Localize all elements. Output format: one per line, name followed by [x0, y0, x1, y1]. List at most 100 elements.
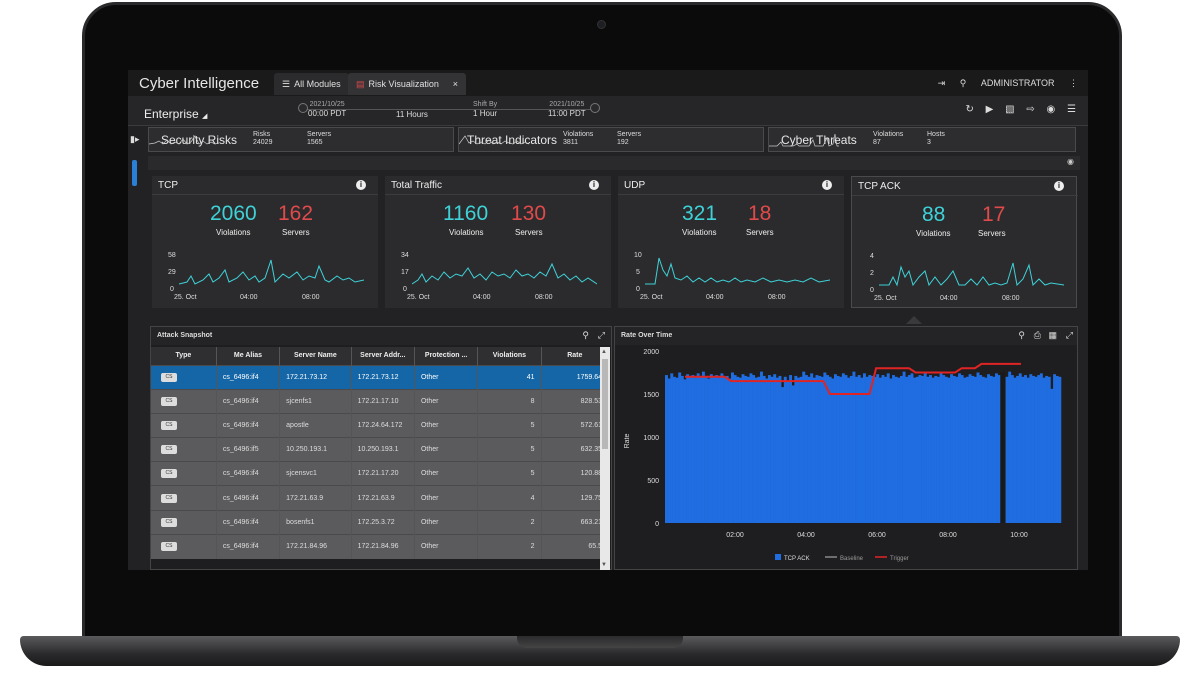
rate-bar [810, 373, 814, 523]
panel-title: Attack Snapshot [157, 332, 213, 339]
info-icon[interactable]: i [822, 180, 832, 190]
rate-bar [762, 375, 766, 523]
export-icon[interactable]: ⇨ [1026, 104, 1034, 115]
eye-icon[interactable]: ◉ [1047, 104, 1056, 115]
category-security-risks[interactable]: Security Risks Risks 24029 Servers 1565 [148, 127, 454, 152]
grid-icon[interactable]: ▦ [1048, 330, 1057, 341]
column-header[interactable]: Server Addr... [351, 347, 415, 365]
duration-select[interactable]: 11 Hours [396, 110, 428, 119]
table-row[interactable]: CS cs_6496:if5 10.250.193.1 10.250.193.1 Oth… [151, 437, 610, 462]
category-cyber-threats[interactable]: Cyber Threats Violations 87 Hosts 3 [768, 127, 1076, 152]
y-tick: 0 [403, 286, 407, 293]
rate-bar [757, 376, 761, 523]
report-icon[interactable]: ▧ [1005, 104, 1014, 115]
metric-card-tcp[interactable]: TCP i 2060 162 Violations Servers 58 29 … [152, 176, 378, 308]
rate-bar [820, 376, 824, 523]
metric-card-udp[interactable]: UDP i 321 18 Violations Servers 10 5 0 2… [618, 176, 844, 308]
timeline-track [302, 109, 594, 110]
eye-icon[interactable]: ◉ [1067, 157, 1074, 166]
rate-bar [667, 378, 671, 523]
y-tick: 4 [870, 253, 874, 260]
card-title: UDP [624, 180, 646, 191]
table-row[interactable]: CS cs_6496:if4 172.21.63.9 172.21.63.9 Other… [151, 485, 610, 511]
table-row[interactable]: CS cs_6496:if4 apostle 172.24.64.172 Other 5 5… [151, 412, 610, 438]
table-row[interactable]: CS cs_6496:if4 172.21.84.96 172.21.84.96 Oth… [151, 533, 610, 559]
rate-bar [712, 376, 716, 523]
stat-label: Servers [307, 131, 332, 138]
enterprise-selector[interactable]: Enterprise ◢ [144, 107, 207, 121]
stat-value: 1565 [307, 139, 323, 146]
tab-risk-visualization[interactable]: ▤ Risk Visualization × [348, 73, 466, 95]
rate-bar [849, 375, 853, 523]
category-threat-indicators[interactable]: Threat Indicators Violations 3811 Servers… [458, 127, 764, 152]
violations-cell: 2 [477, 533, 542, 559]
chart-icon: ▤ [356, 79, 365, 89]
rate-bar [905, 376, 909, 523]
tab-all-modules[interactable]: ☰ All Modules [274, 73, 349, 95]
list-menu-icon[interactable]: ☰ [1067, 104, 1076, 115]
metric-card-total-traffic[interactable]: Total Traffic i 1160 130 Violations Serv… [385, 176, 611, 308]
x-tick: 08:00 [302, 294, 320, 301]
scrollbar-thumb[interactable] [602, 359, 608, 449]
x-tick: 25. Oct [174, 294, 197, 301]
servers-label: Servers [282, 228, 310, 237]
info-icon[interactable]: i [589, 180, 599, 190]
close-icon[interactable]: × [453, 79, 458, 89]
rate-bar [694, 377, 697, 523]
rate-bar [981, 376, 985, 523]
search-icon[interactable]: ⚲ [582, 330, 589, 341]
data-gap [1000, 372, 1003, 523]
column-header[interactable]: Type [151, 347, 217, 365]
x-tick: 04:00 [940, 295, 958, 302]
table-row[interactable]: CS cs_6496:if4 sjcensvc1 172.21.17.20 Other 5… [151, 461, 610, 486]
metric-card-tcp-ack[interactable]: TCP ACK i 88 17 Violations Servers 4 2 0… [851, 176, 1078, 308]
table-row[interactable]: CS cs_6496:if4 172.21.73.12 172.21.73.12 Oth… [151, 364, 610, 390]
print-icon[interactable]: ⎙ [1034, 330, 1041, 341]
rate-bar [989, 375, 993, 523]
server-name-cell: apostle [279, 412, 352, 438]
expand-icon[interactable]: ⤢ [1066, 330, 1073, 341]
table-row[interactable]: CS cs_6496:if4 bosenfs1 172.25.3.72 Other 2 66… [151, 509, 610, 535]
column-header[interactable]: Me Alias [216, 347, 281, 365]
rate-bar [910, 373, 914, 523]
info-icon[interactable]: i [356, 180, 366, 190]
rate-bar [749, 373, 753, 523]
scroll-down-icon[interactable]: ▼ [601, 562, 607, 568]
refresh-icon[interactable]: ↻ [965, 104, 973, 115]
rate-bar [672, 376, 676, 523]
timeline-start-handle[interactable] [298, 103, 308, 113]
app-screen: Cyber Intelligence ☰ All Modules ▤ Risk Vi… [128, 70, 1088, 570]
x-tick: 04:00 [240, 294, 258, 301]
scrollbar[interactable]: ▲ ▼ [600, 347, 610, 570]
expand-icon[interactable]: ⤢ [598, 330, 605, 341]
user-name[interactable]: ADMINISTRATOR [981, 78, 1055, 88]
panel-strip: ◉ [148, 156, 1080, 170]
rate-bar [1010, 375, 1014, 523]
logout-icon[interactable]: ⇥ [938, 78, 946, 88]
column-header[interactable]: Rate [541, 347, 610, 365]
zoom-icon[interactable]: ⚲ [1018, 330, 1025, 341]
rate-bar [894, 376, 898, 523]
x-tick: 08:00 [768, 294, 786, 301]
scroll-up-icon[interactable]: ▲ [601, 349, 607, 355]
rate-bar [1021, 376, 1025, 523]
rate-bar [836, 375, 840, 523]
column-header[interactable]: Server Name [279, 347, 352, 365]
rate-bar [958, 373, 961, 523]
rate-bar [725, 375, 729, 523]
card-trend-line [179, 259, 364, 285]
rate-bar [665, 375, 668, 523]
rate-bar [1058, 376, 1062, 523]
x-tick-label: 06:00 [868, 532, 886, 539]
column-header[interactable]: Protection ... [414, 347, 479, 365]
timeline-end-handle[interactable] [590, 103, 600, 113]
top-right-tools: ⇥ ⚲ ADMINISTRATOR ⋮ [926, 78, 1078, 89]
info-icon[interactable]: i [1054, 181, 1064, 191]
table-row[interactable]: CS cs_6496:if4 sjcenfs1 172.21.17.10 Other 8 8… [151, 388, 610, 414]
search-icon[interactable]: ⚲ [960, 78, 967, 88]
play-icon[interactable]: ▶ [986, 104, 994, 115]
rate-bar [717, 377, 721, 523]
column-header[interactable]: Violations [477, 347, 542, 365]
rate-bar [807, 376, 811, 523]
more-menu-icon[interactable]: ⋮ [1069, 78, 1078, 88]
